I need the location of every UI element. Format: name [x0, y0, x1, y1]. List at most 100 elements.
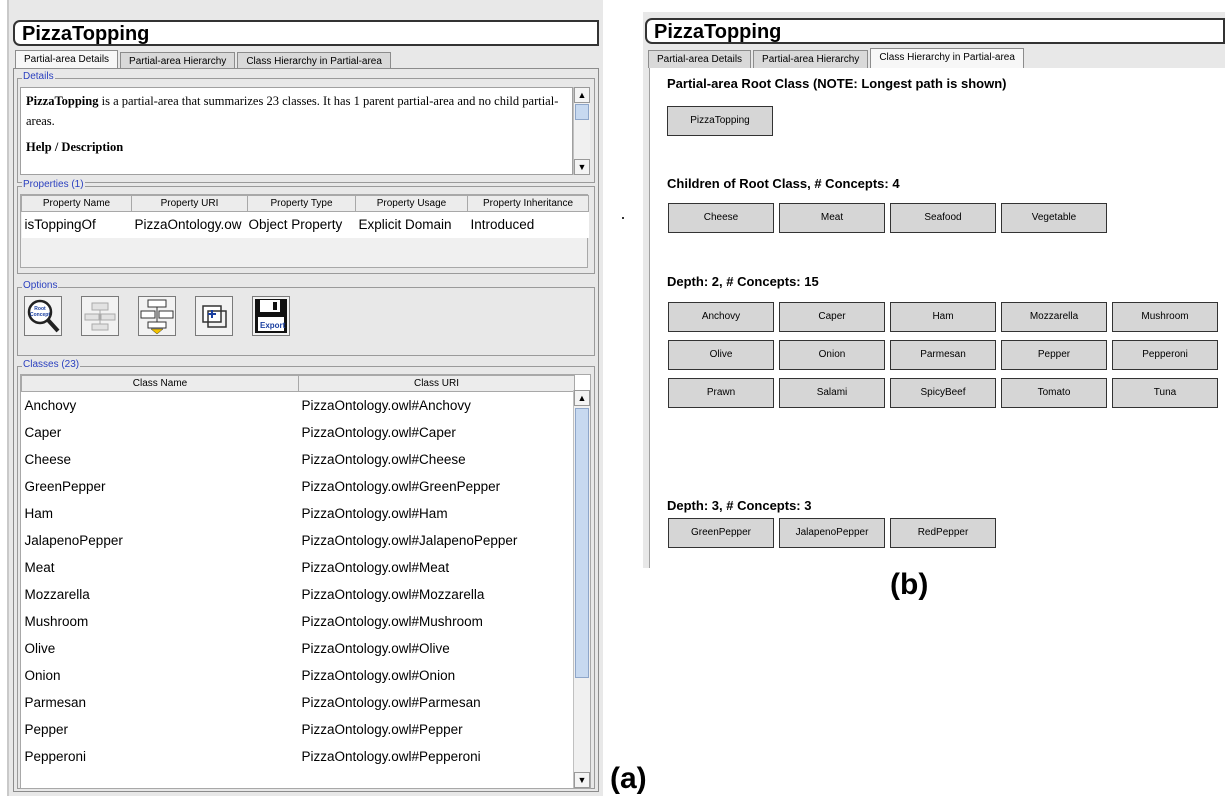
- table-row[interactable]: isToppingOf PizzaOntology.ow Object Prop…: [21, 211, 589, 238]
- class-uri-cell: PizzaOntology.owl#JalapenoPepper: [301, 532, 518, 548]
- scroll-up-icon[interactable]: ▲: [574, 390, 590, 406]
- concept-box[interactable]: Pepper: [1001, 340, 1107, 370]
- details-legend: Details: [22, 71, 55, 82]
- scroll-down-icon[interactable]: ▼: [574, 159, 590, 175]
- table-row[interactable]: JalapenoPepper PizzaOntology.owl#Jalapeno…: [22, 527, 575, 554]
- concept-box[interactable]: Cheese: [668, 203, 774, 233]
- concept-box[interactable]: SpicyBeef: [890, 378, 996, 408]
- table-row[interactable]: GreenPepper PizzaOntology.owl#GreenPepper: [22, 473, 575, 500]
- class-name-cell: GreenPepper: [24, 478, 106, 494]
- class-name-cell: Cheese: [24, 451, 72, 467]
- hierarchy-icon: [84, 302, 116, 331]
- table-row[interactable]: Mozzarella PizzaOntology.owl#Mozzarella: [22, 581, 575, 608]
- tab-partial-area-hierarchy[interactable]: Partial-area Hierarchy: [753, 50, 869, 68]
- concept-box[interactable]: Prawn: [668, 378, 774, 408]
- properties-legend: Properties (1): [22, 179, 85, 190]
- concept-box[interactable]: Olive: [668, 340, 774, 370]
- tab-class-hierarchy[interactable]: Class Hierarchy in Partial-area: [870, 48, 1024, 68]
- scroll-thumb[interactable]: [575, 104, 589, 120]
- class-name-cell: Mozzarella: [24, 586, 90, 602]
- classes-table-body: Anchovy PizzaOntology.owl#Anchovy Caper Piz…: [22, 392, 575, 770]
- col-class-uri[interactable]: Class URI: [298, 375, 575, 392]
- table-row[interactable]: Pepperoni PizzaOntology.owl#Pepperoni: [22, 743, 575, 770]
- concept-box[interactable]: Vegetable: [1001, 203, 1107, 233]
- depth3-heading: Depth: 3, # Concepts: 3: [667, 498, 812, 513]
- export-button[interactable]: Export: [252, 296, 290, 336]
- table-row[interactable]: Meat PizzaOntology.owl#Meat: [22, 554, 575, 581]
- concept-box[interactable]: Meat: [779, 203, 885, 233]
- root-class-heading: Partial-area Root Class (NOTE: Longest p…: [667, 76, 1007, 91]
- table-row[interactable]: Caper PizzaOntology.owl#Caper: [22, 419, 575, 446]
- root-class-box[interactable]: PizzaTopping: [667, 106, 773, 136]
- table-row[interactable]: Mushroom PizzaOntology.owl#Mushroom: [22, 608, 575, 635]
- properties-table-wrap: Property Name Property URI Property Type…: [20, 194, 589, 268]
- help-heading: Help / Description: [26, 140, 124, 154]
- class-uri-cell: PizzaOntology.owl#GreenPepper: [301, 478, 501, 494]
- class-name-cell: Mushroom: [24, 613, 89, 629]
- concept-box[interactable]: Mushroom: [1112, 302, 1218, 332]
- table-row[interactable]: Ham PizzaOntology.owl#Ham: [22, 500, 575, 527]
- table-row[interactable]: Pepper PizzaOntology.owl#Pepper: [22, 716, 575, 743]
- scroll-up-icon[interactable]: ▲: [574, 87, 590, 103]
- tab-partial-area-details[interactable]: Partial-area Details: [15, 50, 119, 70]
- concept-box[interactable]: RedPepper: [890, 518, 996, 548]
- col-property-uri[interactable]: Property URI: [131, 195, 248, 212]
- concept-box[interactable]: Pepperoni: [1112, 340, 1218, 370]
- details-name: PizzaTopping: [26, 94, 99, 108]
- concept-box[interactable]: Onion: [779, 340, 885, 370]
- details-scrollbar[interactable]: ▲ ▼: [573, 87, 590, 175]
- class-uri-cell: PizzaOntology.owl#Parmesan: [301, 694, 481, 710]
- properties-table: Property Name Property URI Property Type…: [21, 195, 589, 238]
- root-concept-button[interactable]: Root Concept: [24, 296, 62, 336]
- concept-box[interactable]: GreenPepper: [668, 518, 774, 548]
- concept-box[interactable]: Caper: [779, 302, 885, 332]
- hierarchy-button[interactable]: [81, 296, 119, 336]
- concept-box[interactable]: Salami: [779, 378, 885, 408]
- classes-table: Class Name Class URI Anchovy PizzaOntolog…: [21, 375, 575, 770]
- class-uri-cell: PizzaOntology.owl#Pepper: [301, 721, 463, 737]
- col-property-usage[interactable]: Property Usage: [355, 195, 468, 212]
- property-inheritance-cell: Introduced: [470, 217, 535, 233]
- concept-box[interactable]: Anchovy: [668, 302, 774, 332]
- class-name-cell: JalapenoPepper: [24, 532, 123, 548]
- scroll-thumb[interactable]: [575, 408, 589, 678]
- expand-hierarchy-button[interactable]: [138, 296, 176, 336]
- concept-box[interactable]: Tuna: [1112, 378, 1218, 408]
- tab-partial-area-details[interactable]: Partial-area Details: [648, 50, 752, 68]
- class-name-cell: Anchovy: [24, 397, 77, 413]
- property-type-cell: Object Property: [248, 217, 343, 233]
- classes-scrollbar[interactable]: ▲ ▼: [573, 390, 590, 788]
- table-row[interactable]: Cheese PizzaOntology.owl#Cheese: [22, 446, 575, 473]
- class-name-cell: Ham: [24, 505, 54, 521]
- class-name-cell: Pepper: [24, 721, 69, 737]
- add-window-icon: [202, 305, 227, 328]
- table-row[interactable]: Onion PizzaOntology.owl#Onion: [22, 662, 575, 689]
- col-class-name[interactable]: Class Name: [21, 375, 299, 392]
- table-row[interactable]: Parmesan PizzaOntology.owl#Parmesan: [22, 689, 575, 716]
- scroll-down-icon[interactable]: ▼: [574, 772, 590, 788]
- class-name-cell: Pepperoni: [24, 748, 87, 764]
- table-row[interactable]: Anchovy PizzaOntology.owl#Anchovy: [22, 392, 575, 419]
- concept-box[interactable]: Seafood: [890, 203, 996, 233]
- concept-box[interactable]: Ham: [890, 302, 996, 332]
- concept-box[interactable]: JalapenoPepper: [779, 518, 885, 548]
- class-name-cell: Meat: [24, 559, 55, 575]
- table-row[interactable]: Olive PizzaOntology.owl#Olive: [22, 635, 575, 662]
- col-property-type[interactable]: Property Type: [247, 195, 356, 212]
- details-text: PizzaTopping is a partial-area that summ…: [20, 87, 573, 175]
- col-property-inheritance[interactable]: Property Inheritance: [467, 195, 589, 212]
- concept-box[interactable]: Parmesan: [890, 340, 996, 370]
- class-uri-cell: PizzaOntology.owl#Anchovy: [301, 397, 471, 413]
- add-window-button[interactable]: [195, 296, 233, 336]
- caption-a: (a): [610, 762, 647, 795]
- property-name-cell: isToppingOf: [24, 217, 96, 233]
- children-heading: Children of Root Class, # Concepts: 4: [667, 176, 900, 191]
- class-name-cell: Onion: [24, 667, 61, 683]
- concept-box[interactable]: Mozzarella: [1001, 302, 1107, 332]
- class-uri-cell: PizzaOntology.owl#Cheese: [301, 451, 466, 467]
- col-property-name[interactable]: Property Name: [21, 195, 132, 212]
- left-tab-bar: Partial-area Details Partial-area Hierar…: [15, 50, 393, 70]
- property-usage-cell: Explicit Domain: [358, 217, 452, 233]
- concept-box[interactable]: Tomato: [1001, 378, 1107, 408]
- class-uri-cell: PizzaOntology.owl#Olive: [301, 640, 450, 656]
